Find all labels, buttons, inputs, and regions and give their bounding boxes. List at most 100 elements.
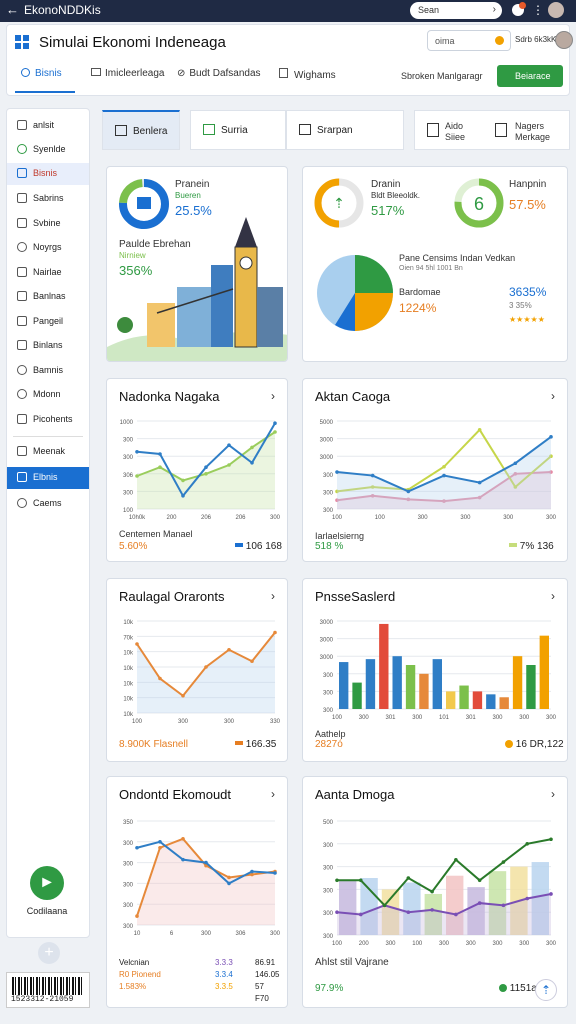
sidebar-item-16[interactable]: Caems — [7, 493, 89, 515]
legend-head: Velcnian — [119, 958, 150, 967]
manager-label[interactable]: Sbroken Manlgaragr — [401, 71, 483, 81]
chevron-right-icon[interactable]: › — [271, 389, 275, 403]
bar — [486, 694, 496, 709]
right-value: 16 DR,122 — [505, 739, 564, 750]
sidebar-item-11[interactable]: Bamnis — [7, 360, 89, 382]
tab-wighams[interactable]: Wighams — [279, 68, 336, 88]
sidebar-item-15[interactable]: Elbnis — [7, 467, 89, 489]
x-tick-label: 301 — [466, 715, 477, 721]
tab-surria[interactable]: Surria — [190, 110, 286, 150]
hero-subtitle: Bueren — [175, 191, 201, 200]
tab-label: Surria — [221, 125, 248, 136]
sidebar-item-7[interactable]: Nairlae — [7, 262, 89, 284]
svg-text:6: 6 — [474, 194, 484, 214]
tab-srarpan[interactable]: Srarpan — [286, 110, 404, 150]
money-icon — [17, 242, 27, 252]
pie-label: Bardomae — [399, 287, 441, 297]
chevron-right-icon[interactable]: › — [271, 589, 275, 603]
primary-button[interactable]: Beiarace — [497, 65, 563, 87]
sidebar-item-4[interactable]: Sabrins — [7, 188, 89, 210]
chevron-right-icon[interactable]: › — [551, 787, 555, 801]
tab-imicleerleaga[interactable]: Imicleerleaga — [91, 68, 164, 88]
chevron-right-icon[interactable]: › — [551, 589, 555, 603]
barcode: 1523312-21059 — [6, 972, 90, 1008]
calendar-icon — [115, 125, 127, 136]
y-tick-label: 300 — [323, 708, 334, 714]
x-tick-label: 100 — [332, 715, 343, 721]
y-tick-label: 10k — [123, 651, 134, 657]
stars-icon: ★★★★★ — [509, 315, 545, 324]
sidebar-item-2[interactable]: Syenlde — [7, 139, 89, 161]
s1-point — [273, 421, 277, 425]
add-icon[interactable]: + — [38, 942, 60, 964]
y-tick-label: 300 — [323, 673, 334, 679]
chevron-right-icon[interactable]: › — [271, 787, 275, 801]
tab-right-b[interactable]: Nagers Merkage — [515, 121, 550, 143]
notification-icon[interactable] — [512, 2, 526, 16]
chevron-right-icon: › — [492, 4, 496, 15]
s1-point — [181, 693, 185, 698]
s2-point — [135, 845, 139, 850]
sidebar-item-10[interactable]: Binlans — [7, 335, 89, 357]
pie-value-2: 3635% — [509, 285, 547, 299]
sidebar-item-14[interactable]: Meenak — [7, 441, 89, 463]
sidebar-item-label: Pangeil — [33, 316, 64, 326]
play-button[interactable]: ► — [30, 866, 64, 900]
sidebar-item-12[interactable]: Mdonn — [7, 384, 89, 406]
x-tick-label: 300 — [201, 931, 212, 937]
sidebar-item-8[interactable]: Banlnas — [7, 286, 89, 308]
tab-right-a[interactable]: Aido Siiee — [445, 121, 465, 143]
s2-point — [430, 908, 434, 912]
x-tick-label: 300 — [439, 941, 450, 947]
bar — [472, 691, 483, 709]
tab-bisnis[interactable]: Bisnis — [21, 68, 62, 88]
x-tick-label: 200 — [359, 941, 370, 947]
s1-point — [135, 450, 139, 454]
s2-point — [227, 463, 231, 467]
header-search-input[interactable]: oima — [427, 30, 511, 51]
y-tick-label: 500 — [323, 820, 334, 826]
s1-point — [227, 647, 231, 652]
sidebar-item-label: Noyrgs — [33, 242, 62, 252]
y-tick-label: 300 — [323, 690, 334, 696]
chart-title: Aanta Dmoga — [315, 787, 395, 802]
right-value: 7% 136 — [509, 541, 554, 552]
bar — [526, 665, 536, 709]
s2-point — [158, 465, 162, 469]
s2-point — [358, 912, 363, 917]
help-icon[interactable]: ⇡ — [535, 979, 557, 1001]
more-icon[interactable]: ⋮ — [532, 3, 544, 17]
sidebar-item-label: Syenlde — [33, 144, 66, 154]
sidebar-item-label: Bisnis — [33, 168, 58, 178]
stat-left-subtitle: Bldt Bleeoldk. — [371, 191, 420, 200]
sidebar-item-1[interactable]: anlsit — [7, 115, 89, 137]
sidebar-item-13[interactable]: Picohents — [7, 409, 89, 431]
sidebar-item-label: Banlnas — [33, 291, 66, 301]
x-tick-label: 6 — [170, 931, 174, 937]
x-tick-label: 300 — [224, 719, 235, 725]
legend6-value: 97.9% — [315, 983, 344, 994]
user-avatar-icon[interactable] — [548, 2, 564, 18]
x-tick-label: 100 — [132, 719, 143, 725]
sidebar-item-6[interactable]: Noyrgs — [7, 237, 89, 259]
tab-benlera[interactable]: Benlera — [102, 110, 180, 150]
header-search-placeholder: oima — [435, 36, 455, 46]
line-chart-2: 500030003000300300300100 100 300 300 300 300 — [320, 420, 557, 521]
x-tick-label: 300 — [519, 715, 530, 721]
chevron-right-icon[interactable]: › — [551, 389, 555, 403]
top-search[interactable]: Sean › — [410, 2, 502, 19]
stat-left-title: Dranin — [371, 179, 401, 190]
sidebar-item-label: Binlans — [33, 340, 63, 350]
line-chart-3: 10k70k10k10k10k10k10k100 300 300 330 — [123, 620, 280, 725]
bar — [392, 656, 402, 709]
avatar[interactable] — [555, 31, 573, 49]
tab-budt[interactable]: ⊘ Budt Dafsandas — [177, 68, 261, 88]
sidebar-item-5[interactable]: Svbine — [7, 213, 89, 235]
link-icon — [17, 498, 27, 508]
s2-point — [501, 903, 506, 908]
sidebar-item-9[interactable]: Pangeil — [7, 311, 89, 333]
back-arrow-icon[interactable]: ← — [6, 2, 19, 17]
y-tick-label: 10k — [123, 666, 134, 672]
y-tick-label: 300 — [123, 924, 134, 930]
sidebar-item-3[interactable]: Bisnis — [7, 163, 89, 185]
